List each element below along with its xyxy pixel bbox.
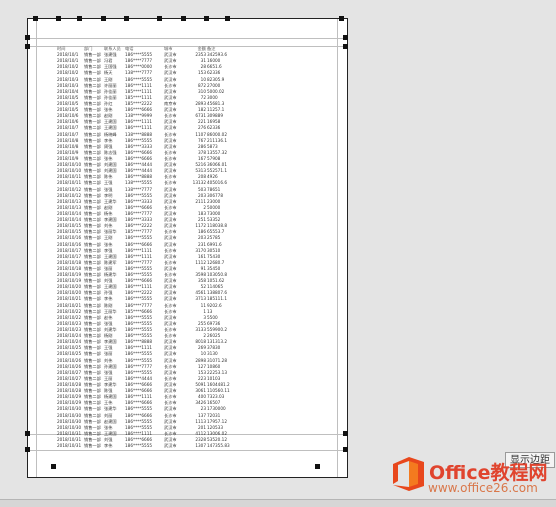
table-cell: 销售一部 [84, 443, 101, 449]
table-cell: 李伟 [104, 443, 113, 449]
sheet-data-table: 时间 部门 联系人员 电话 城市 金额 备注 2018/10/1 销售一部 张建强 1… [57, 46, 230, 449]
table-cell: 147355.83 [207, 443, 230, 449]
column-handle[interactable] [124, 16, 129, 21]
margin-handle-right-bottom[interactable] [343, 431, 348, 436]
column-handle[interactable] [33, 16, 38, 21]
margin-line-right[interactable] [337, 19, 338, 477]
column-handle[interactable] [101, 16, 106, 21]
status-bar [0, 499, 556, 507]
margin-handle-right-footer[interactable] [343, 447, 348, 452]
margin-line-left[interactable] [36, 19, 37, 477]
margin-handle-left-top[interactable] [25, 35, 30, 40]
margin-handle-right-header[interactable] [343, 44, 348, 49]
margin-handle-right-top[interactable] [343, 35, 348, 40]
margin-handle-left-bottom[interactable] [25, 431, 30, 436]
table-cell: 186****5555 [125, 443, 153, 449]
margin-handle-bottom-right[interactable] [315, 464, 320, 469]
watermark: Office教程网 www.office26.com [392, 456, 556, 502]
column-handle[interactable] [225, 16, 230, 21]
column-handle[interactable] [77, 16, 82, 21]
margin-line-footer[interactable] [28, 450, 347, 451]
office-logo-icon [393, 457, 424, 491]
column-handle[interactable] [157, 16, 162, 21]
watermark-subtitle: www.office26.com [428, 481, 538, 495]
margin-line-top[interactable] [28, 38, 347, 39]
table-cell: 1307 [195, 443, 206, 449]
margin-handle-left-header[interactable] [25, 44, 30, 49]
table-cell: 2018/10/31 [57, 443, 82, 449]
margin-handle-top-right[interactable] [339, 16, 344, 21]
column-handle[interactable] [204, 16, 209, 21]
margin-handle-bottom-left[interactable] [51, 464, 56, 469]
column-handle[interactable] [181, 16, 186, 21]
margin-handle-left-footer[interactable] [25, 447, 30, 452]
column-handle[interactable] [56, 16, 61, 21]
table-cell: 武汉市 [164, 443, 177, 449]
table-row: 2018/10/31 销售一部 李伟 186****5555 武汉市 1307 147355… [57, 443, 230, 449]
